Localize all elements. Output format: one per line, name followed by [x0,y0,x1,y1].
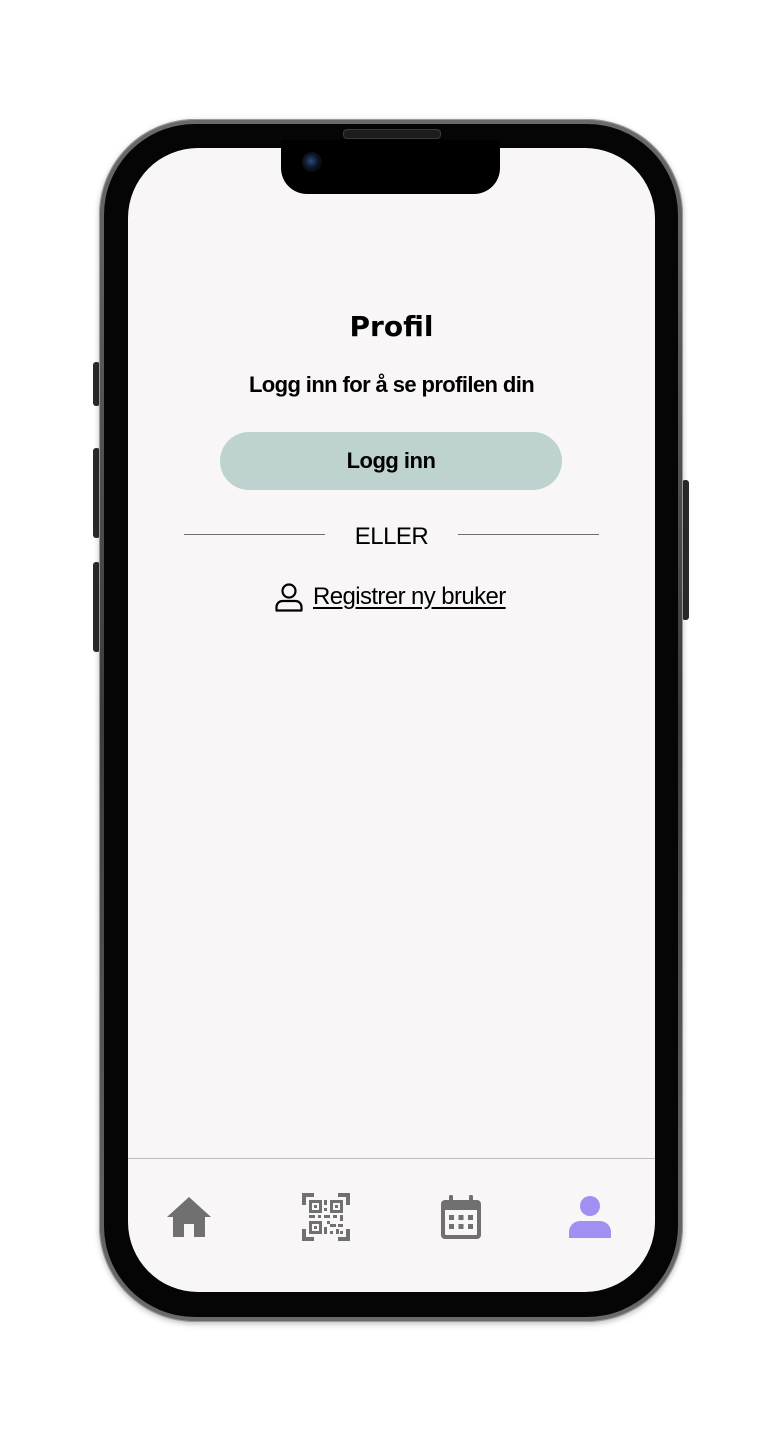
bottom-navigation [128,1159,655,1292]
nav-profile[interactable] [560,1189,620,1249]
divider-label: ELLER [354,523,429,550]
user-outline-icon [273,581,305,613]
nav-home[interactable] [159,1189,219,1249]
divider-line-right [458,534,599,535]
nav-scan[interactable] [296,1189,356,1249]
login-button[interactable]: Logg inn [220,432,562,490]
front-camera [302,152,322,172]
login-prompt-text: Logg inn for å se profilen din [248,372,535,397]
home-icon [165,1195,213,1244]
person-icon [567,1194,613,1245]
page-title: Profil [349,310,434,343]
calendar-icon [440,1194,482,1245]
earpiece-speaker [343,129,441,139]
power-button [682,480,689,620]
register-new-user-link[interactable]: Registrer ny bruker [273,578,506,616]
nav-calendar[interactable] [431,1189,491,1249]
qr-code-icon [300,1191,352,1248]
device-mockup: Profil Logg inn for å se profilen din Lo… [0,0,780,1442]
app-screen: Profil Logg inn for å se profilen din Lo… [128,148,655,1292]
register-link-label: Registrer ny bruker [313,583,506,610]
